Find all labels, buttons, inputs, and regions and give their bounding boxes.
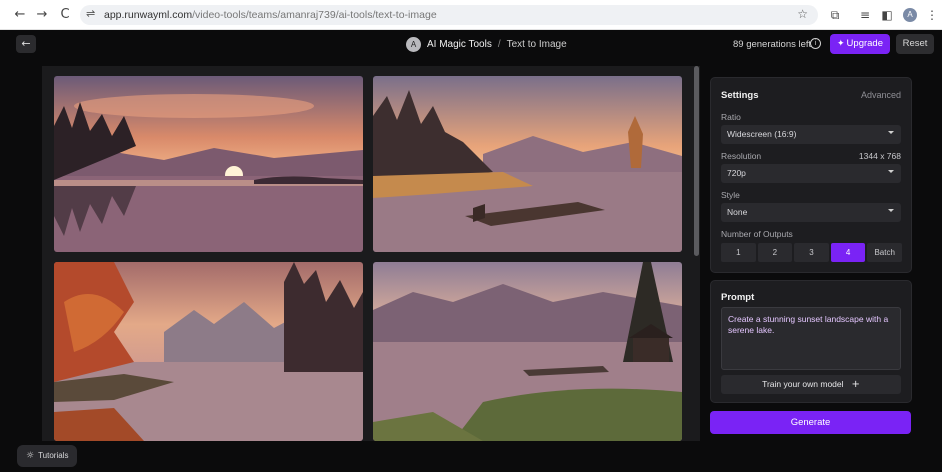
advanced-link[interactable]: Advanced bbox=[861, 90, 901, 100]
site-settings-icon[interactable]: ⇌ bbox=[86, 7, 95, 20]
ratio-select[interactable]: Widescreen (16:9) bbox=[721, 125, 901, 144]
address-bar[interactable]: ⇌ app.runwayml.com/video-tools/teams/ama… bbox=[80, 5, 818, 25]
generate-button[interactable]: Generate bbox=[710, 411, 911, 434]
generated-image-3[interactable] bbox=[54, 262, 363, 441]
breadcrumb: A AI Magic Tools / Text to Image bbox=[406, 35, 567, 53]
tutorials-label: Tutorials bbox=[38, 451, 69, 460]
tool-avatar: A bbox=[406, 36, 421, 52]
resolution-select[interactable]: 720p bbox=[721, 164, 901, 183]
outputs-label: Number of Outputs bbox=[721, 229, 793, 239]
app-header: ← A AI Magic Tools / Text to Image 89 ge… bbox=[0, 30, 942, 58]
prompt-panel: Prompt Create a stunning sunset landscap… bbox=[710, 280, 912, 403]
browser-menu-icon[interactable]: ⋮ bbox=[924, 7, 940, 23]
back-button[interactable]: ← bbox=[16, 35, 36, 53]
generated-image-1[interactable] bbox=[54, 76, 363, 252]
url-host: app.runwayml.com bbox=[104, 9, 193, 21]
settings-panel: Settings Advanced Ratio Widescreen (16:9… bbox=[710, 77, 912, 273]
generations-left-text: 89 generations left bbox=[733, 39, 812, 50]
browser-reload-icon[interactable]: C bbox=[57, 7, 73, 23]
output-option-1[interactable]: 1 bbox=[721, 243, 756, 262]
reading-list-icon[interactable]: ≡ bbox=[857, 7, 873, 23]
train-model-button[interactable]: Train your own model + bbox=[721, 375, 901, 394]
browser-forward-icon[interactable]: → bbox=[34, 7, 50, 23]
side-panel-icon[interactable]: ◧ bbox=[879, 7, 895, 23]
breadcrumb-tools-link[interactable]: AI Magic Tools bbox=[427, 39, 492, 50]
prompt-textarea[interactable]: Create a stunning sunset landscape with … bbox=[721, 307, 901, 370]
resolution-label: Resolution bbox=[721, 151, 762, 161]
upgrade-button[interactable]: ✦ Upgrade bbox=[830, 34, 890, 54]
gallery-scrollbar[interactable] bbox=[694, 66, 699, 256]
output-option-batch[interactable]: Batch bbox=[867, 243, 902, 262]
settings-title: Settings bbox=[721, 90, 759, 101]
output-option-3[interactable]: 3 bbox=[794, 243, 829, 262]
browser-toolbar: ← → C ⇌ app.runwayml.com/video-tools/tea… bbox=[0, 0, 942, 30]
prompt-title: Prompt bbox=[721, 292, 755, 303]
reset-button[interactable]: Reset bbox=[896, 34, 934, 54]
extensions-icon[interactable]: ⧉ bbox=[827, 7, 843, 23]
output-option-2[interactable]: 2 bbox=[757, 243, 793, 262]
generated-image-2[interactable] bbox=[373, 76, 682, 252]
ratio-label: Ratio bbox=[721, 112, 741, 122]
bookmark-star-icon[interactable]: ☆ bbox=[797, 7, 808, 21]
profile-avatar[interactable]: A bbox=[903, 8, 917, 22]
url-path: /video-tools/teams/amanraj739/ai-tools/t… bbox=[192, 9, 437, 21]
breadcrumb-current-page: Text to Image bbox=[506, 38, 567, 50]
resolution-dimensions: 1344 x 768 bbox=[858, 151, 901, 161]
chevron-down-icon bbox=[888, 170, 894, 173]
upgrade-label: Upgrade bbox=[846, 38, 883, 49]
image-gallery bbox=[42, 66, 700, 441]
ratio-value: Widescreen (16:9) bbox=[727, 129, 797, 139]
lightbulb-icon: ☼ bbox=[26, 451, 35, 461]
style-value: None bbox=[727, 207, 748, 217]
style-select[interactable]: None bbox=[721, 203, 901, 222]
train-model-label: Train your own model bbox=[762, 379, 844, 389]
url-text: app.runwayml.com/video-tools/teams/amanr… bbox=[104, 9, 437, 21]
plus-icon: + bbox=[851, 379, 860, 390]
chevron-down-icon bbox=[888, 209, 894, 212]
generated-image-4[interactable] bbox=[373, 262, 682, 441]
resolution-value: 720p bbox=[727, 168, 746, 178]
browser-back-icon[interactable]: ← bbox=[12, 7, 28, 23]
breadcrumb-separator: / bbox=[497, 38, 501, 50]
output-option-4[interactable]: 4 bbox=[830, 243, 866, 262]
sparkle-icon: ✦ bbox=[837, 39, 845, 49]
tutorials-button[interactable]: ☼ Tutorials bbox=[17, 445, 77, 467]
info-icon[interactable]: i bbox=[810, 38, 821, 49]
outputs-selector: 1 2 3 4 Batch bbox=[721, 243, 902, 262]
style-label: Style bbox=[721, 190, 740, 200]
chevron-down-icon bbox=[888, 131, 894, 134]
